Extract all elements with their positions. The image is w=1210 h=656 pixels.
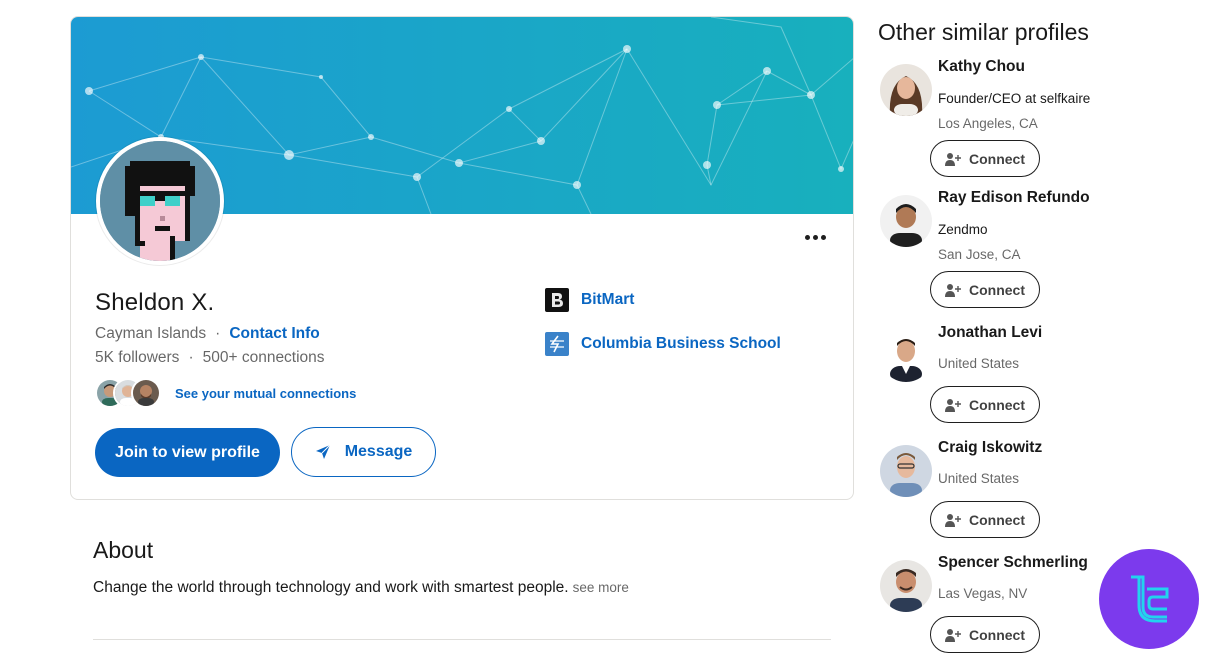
profile-name-link[interactable]: Ray Edison Refundo (938, 189, 1090, 207)
watermark-logo (1099, 549, 1199, 649)
more-dot (820, 234, 826, 240)
profile-location: United States (938, 356, 1020, 371)
profile-name-link[interactable]: Spencer Schmerling (938, 554, 1088, 572)
similar-profiles-title: Other similar profiles (878, 19, 1089, 45)
profile-location: Los Angeles, CA (938, 116, 1038, 131)
message-button-label: Message (344, 443, 413, 460)
connect-button[interactable]: Connect (930, 501, 1040, 538)
profile-name-link[interactable]: Kathy Chou (938, 58, 1025, 76)
profile-location: Las Vegas, NV (938, 586, 1028, 601)
more-options-button[interactable] (799, 225, 831, 249)
connect-button[interactable]: Connect (930, 271, 1040, 308)
columbia-logo-icon (545, 332, 569, 356)
add-person-icon (945, 152, 961, 166)
company-name: BitMart (581, 291, 635, 308)
profile-location: San Jose, CA (938, 247, 1021, 262)
about-title: About (93, 537, 154, 563)
about-text: Change the world through technology and … (93, 579, 629, 597)
profile-name-link[interactable]: Jonathan Levi (938, 324, 1042, 342)
mutual-avatars (95, 378, 167, 408)
section-divider (93, 639, 831, 640)
profile-card: Sheldon X. Cayman Islands · Contact Info 5… (70, 16, 854, 500)
message-button[interactable]: Message (291, 427, 436, 477)
mutual-avatar (131, 378, 161, 408)
profile-photo[interactable] (880, 445, 932, 497)
add-person-icon (945, 513, 961, 527)
followers-count: 5K followers (95, 349, 180, 366)
add-person-icon (945, 283, 961, 297)
profile-headline: Founder/CEO at selfkaire (938, 91, 1091, 106)
company-name: Columbia Business School (581, 335, 781, 352)
send-icon (315, 444, 331, 460)
separator-dot: · (188, 349, 194, 366)
connect-label: Connect (969, 281, 1025, 298)
connect-label: Connect (969, 511, 1025, 528)
company-columbia-business-school[interactable]: Columbia Business School (545, 332, 781, 356)
profile-name: Sheldon X. (95, 289, 215, 316)
connections-count: 500+ connections (202, 349, 325, 366)
profile-avatar (96, 137, 224, 265)
profile-photo[interactable] (880, 330, 932, 382)
join-to-view-profile-button[interactable]: Join to view profile (95, 428, 280, 477)
more-dot (812, 234, 818, 240)
profile-meta-network: 5K followers · 500+ connections (95, 349, 325, 367)
company-bitmart[interactable]: BitMart (545, 288, 634, 312)
separator-dot: · (215, 325, 221, 342)
connect-button[interactable]: Connect (930, 616, 1040, 653)
profile-name-link[interactable]: Craig Iskowitz (938, 439, 1042, 457)
bitmart-logo-icon (545, 288, 569, 312)
add-person-icon (945, 398, 961, 412)
profile-photo[interactable] (880, 560, 932, 612)
connect-button[interactable]: Connect (930, 386, 1040, 423)
mutual-connections-link[interactable]: See your mutual connections (175, 386, 356, 401)
profile-meta-location: Cayman Islands · Contact Info (95, 325, 320, 343)
add-person-icon (945, 628, 961, 642)
profile-location: Cayman Islands (95, 325, 207, 342)
connect-button[interactable]: Connect (930, 140, 1040, 177)
contact-info-link[interactable]: Contact Info (229, 325, 319, 342)
profile-headline: Zendmo (938, 222, 988, 237)
connect-label: Connect (969, 396, 1025, 413)
more-dot (804, 234, 810, 240)
profile-location: United States (938, 471, 1020, 486)
about-description: Change the world through technology and … (93, 579, 569, 596)
profile-photo[interactable] (880, 195, 932, 247)
mutual-connections[interactable]: See your mutual connections (95, 378, 356, 408)
connect-label: Connect (969, 626, 1025, 643)
connect-label: Connect (969, 150, 1025, 167)
see-more-link[interactable]: see more (573, 580, 629, 595)
profile-photo[interactable] (880, 64, 932, 116)
